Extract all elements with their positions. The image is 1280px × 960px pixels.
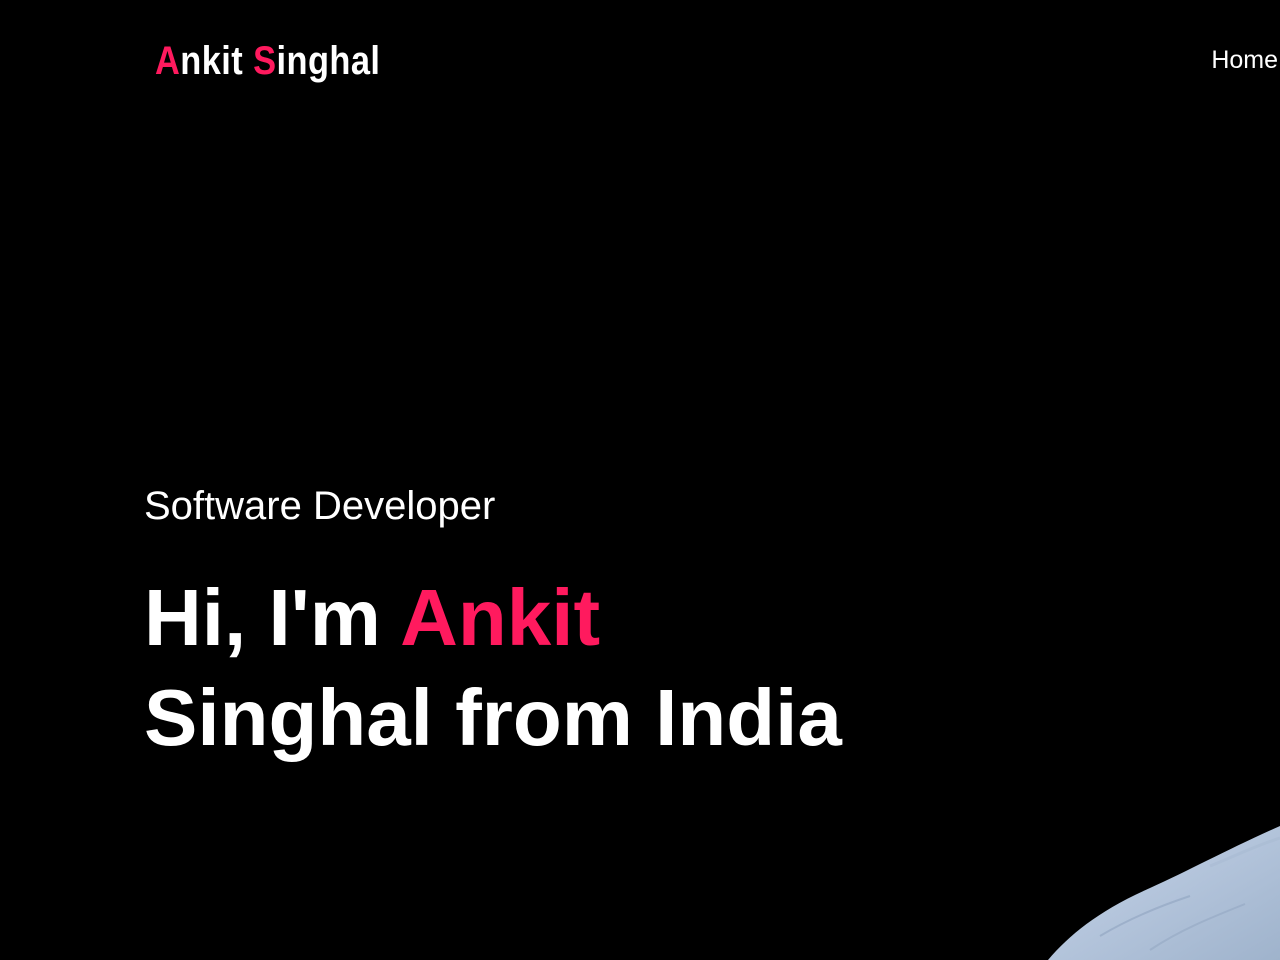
profile-photo xyxy=(1048,826,1280,960)
logo-initial-first: A xyxy=(155,39,181,83)
site-logo[interactable]: Ankit Singhal xyxy=(155,36,380,86)
nav-link-home[interactable]: Home xyxy=(1211,46,1280,75)
logo-text-last: inghal xyxy=(276,39,381,83)
hero-title: Hi, I'm Ankit Singhal from India xyxy=(144,568,842,768)
logo-initial-last: S xyxy=(253,39,277,83)
hero-title-name-highlight: Ankit xyxy=(400,573,601,662)
logo-text-first: nkit xyxy=(180,39,254,83)
hero-title-line-1: Hi, I'm Ankit xyxy=(144,568,842,668)
hero-subtitle: Software Developer xyxy=(144,484,496,528)
main-nav: Home xyxy=(1211,44,1280,76)
hero-title-greeting: Hi, I'm xyxy=(144,573,401,662)
hero-title-line-2: Singhal from India xyxy=(144,673,842,762)
